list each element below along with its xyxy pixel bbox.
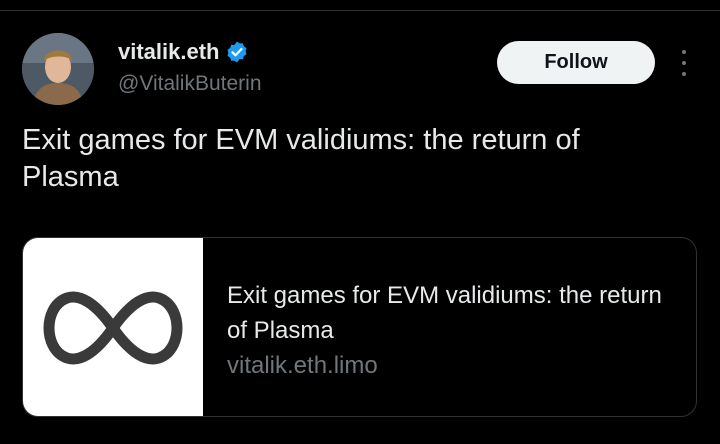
link-card-domain: vitalik.eth.limo (227, 352, 378, 379)
infinity-icon (43, 291, 183, 365)
verified-badge-icon (225, 40, 249, 64)
author-display-name[interactable]: vitalik.eth (118, 39, 219, 65)
more-dot (682, 72, 686, 76)
link-card-body: Exit games for EVM validiums: the return… (203, 238, 687, 416)
avatar[interactable] (22, 33, 94, 105)
link-card-thumbnail (23, 238, 203, 416)
author-handle[interactable]: @VitalikButerin (118, 72, 262, 96)
follow-button[interactable]: Follow (497, 41, 655, 84)
link-card[interactable]: Exit games for EVM validiums: the return… (22, 237, 697, 417)
more-dot (682, 61, 686, 65)
more-dot (682, 50, 686, 54)
author-name-row: vitalik.eth (118, 37, 249, 67)
link-card-title[interactable]: Exit games for EVM validiums: the return… (227, 278, 687, 348)
top-divider (0, 10, 720, 11)
more-options-icon[interactable] (676, 50, 692, 76)
tweet-text: Exit games for EVM validiums: the return… (22, 124, 580, 193)
avatar-image (22, 33, 94, 105)
